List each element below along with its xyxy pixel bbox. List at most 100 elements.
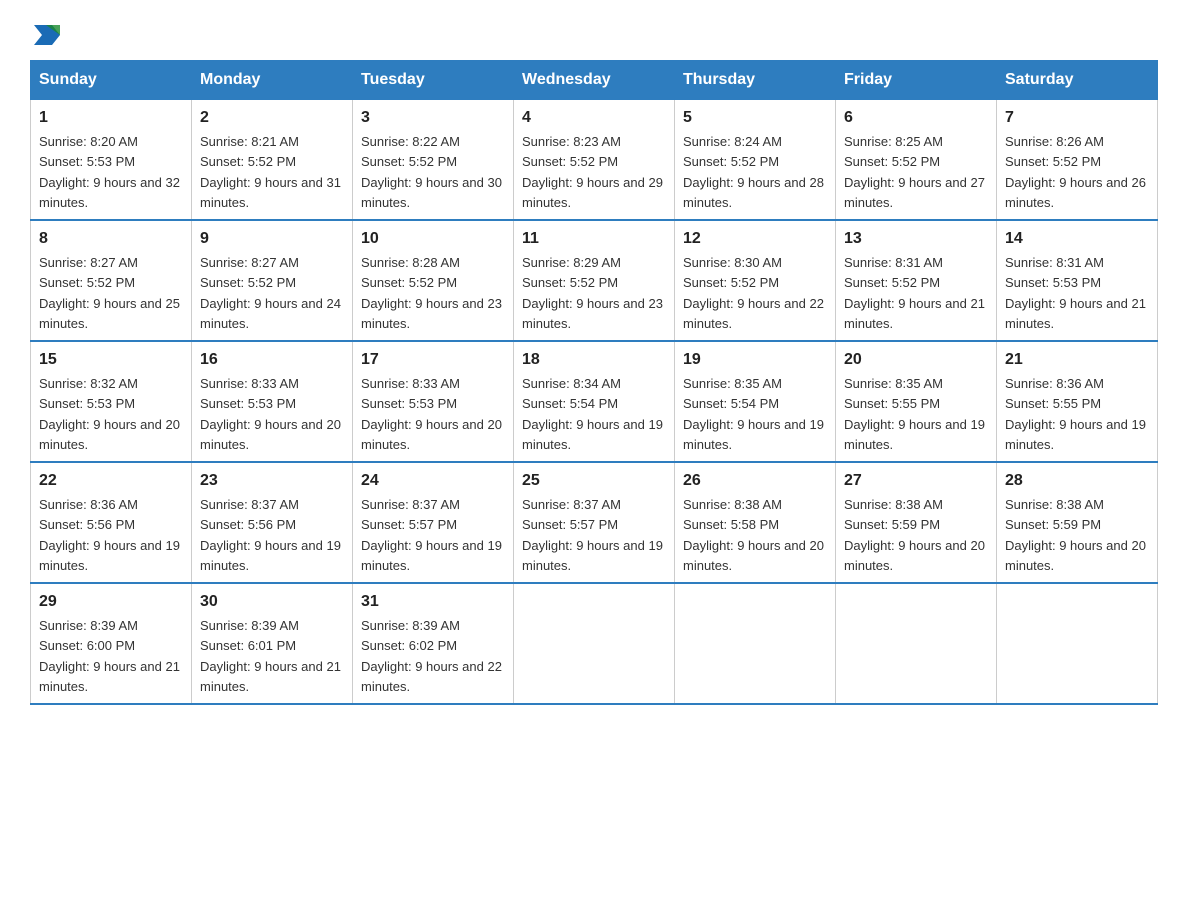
day-info: Sunrise: 8:26 AMSunset: 5:52 PMDaylight:…	[1005, 134, 1146, 210]
day-cell-27: 27 Sunrise: 8:38 AMSunset: 5:59 PMDayligh…	[836, 462, 997, 583]
day-number: 28	[1005, 469, 1149, 493]
day-info: Sunrise: 8:27 AMSunset: 5:52 PMDaylight:…	[39, 255, 180, 331]
day-cell-17: 17 Sunrise: 8:33 AMSunset: 5:53 PMDayligh…	[353, 341, 514, 462]
day-cell-21: 21 Sunrise: 8:36 AMSunset: 5:55 PMDayligh…	[997, 341, 1158, 462]
day-info: Sunrise: 8:37 AMSunset: 5:57 PMDaylight:…	[522, 497, 663, 573]
day-cell-16: 16 Sunrise: 8:33 AMSunset: 5:53 PMDayligh…	[192, 341, 353, 462]
day-info: Sunrise: 8:34 AMSunset: 5:54 PMDaylight:…	[522, 376, 663, 452]
day-number: 2	[200, 106, 344, 130]
day-number: 31	[361, 590, 505, 614]
header-friday: Friday	[836, 61, 997, 100]
day-info: Sunrise: 8:29 AMSunset: 5:52 PMDaylight:…	[522, 255, 663, 331]
day-info: Sunrise: 8:32 AMSunset: 5:53 PMDaylight:…	[39, 376, 180, 452]
day-cell-25: 25 Sunrise: 8:37 AMSunset: 5:57 PMDayligh…	[514, 462, 675, 583]
day-cell-4: 4 Sunrise: 8:23 AMSunset: 5:52 PMDaylight…	[514, 100, 675, 221]
day-info: Sunrise: 8:37 AMSunset: 5:56 PMDaylight:…	[200, 497, 341, 573]
day-number: 7	[1005, 106, 1149, 130]
week-row-2: 8 Sunrise: 8:27 AMSunset: 5:52 PMDaylight…	[31, 220, 1158, 341]
day-info: Sunrise: 8:35 AMSunset: 5:54 PMDaylight:…	[683, 376, 824, 452]
day-info: Sunrise: 8:36 AMSunset: 5:56 PMDaylight:…	[39, 497, 180, 573]
day-cell-31: 31 Sunrise: 8:39 AMSunset: 6:02 PMDayligh…	[353, 583, 514, 704]
day-info: Sunrise: 8:31 AMSunset: 5:52 PMDaylight:…	[844, 255, 985, 331]
day-number: 21	[1005, 348, 1149, 372]
day-number: 14	[1005, 227, 1149, 251]
day-number: 16	[200, 348, 344, 372]
header-tuesday: Tuesday	[353, 61, 514, 100]
day-number: 9	[200, 227, 344, 251]
day-cell-18: 18Sunrise: 8:34 AMSunset: 5:54 PMDayligh…	[514, 341, 675, 462]
day-info: Sunrise: 8:37 AMSunset: 5:57 PMDaylight:…	[361, 497, 502, 573]
day-number: 6	[844, 106, 988, 130]
day-info: Sunrise: 8:33 AMSunset: 5:53 PMDaylight:…	[361, 376, 502, 452]
day-number: 8	[39, 227, 183, 251]
week-row-4: 22 Sunrise: 8:36 AMSunset: 5:56 PMDayligh…	[31, 462, 1158, 583]
day-info: Sunrise: 8:39 AMSunset: 6:00 PMDaylight:…	[39, 618, 180, 694]
day-info: Sunrise: 8:20 AMSunset: 5:53 PMDaylight:…	[39, 134, 180, 210]
day-info: Sunrise: 8:39 AMSunset: 6:02 PMDaylight:…	[361, 618, 502, 694]
day-number: 3	[361, 106, 505, 130]
day-cell-13: 13Sunrise: 8:31 AMSunset: 5:52 PMDayligh…	[836, 220, 997, 341]
day-cell-1: 1 Sunrise: 8:20 AMSunset: 5:53 PMDaylight…	[31, 100, 192, 221]
day-cell-20: 20Sunrise: 8:35 AMSunset: 5:55 PMDayligh…	[836, 341, 997, 462]
day-number: 27	[844, 469, 988, 493]
day-number: 23	[200, 469, 344, 493]
day-cell-14: 14Sunrise: 8:31 AMSunset: 5:53 PMDayligh…	[997, 220, 1158, 341]
day-cell-26: 26 Sunrise: 8:38 AMSunset: 5:58 PMDayligh…	[675, 462, 836, 583]
day-number: 11	[522, 227, 666, 251]
day-cell-19: 19Sunrise: 8:35 AMSunset: 5:54 PMDayligh…	[675, 341, 836, 462]
week-row-1: 1 Sunrise: 8:20 AMSunset: 5:53 PMDaylight…	[31, 100, 1158, 221]
day-number: 25	[522, 469, 666, 493]
day-info: Sunrise: 8:38 AMSunset: 5:59 PMDaylight:…	[844, 497, 985, 573]
header-thursday: Thursday	[675, 61, 836, 100]
day-cell-12: 12Sunrise: 8:30 AMSunset: 5:52 PMDayligh…	[675, 220, 836, 341]
day-info: Sunrise: 8:21 AMSunset: 5:52 PMDaylight:…	[200, 134, 341, 210]
empty-cell	[514, 583, 675, 704]
day-number: 5	[683, 106, 827, 130]
calendar-table: Sunday Monday Tuesday Wednesday Thursday…	[30, 60, 1158, 705]
empty-cell	[836, 583, 997, 704]
empty-cell	[675, 583, 836, 704]
day-info: Sunrise: 8:25 AMSunset: 5:52 PMDaylight:…	[844, 134, 985, 210]
day-info: Sunrise: 8:39 AMSunset: 6:01 PMDaylight:…	[200, 618, 341, 694]
day-info: Sunrise: 8:35 AMSunset: 5:55 PMDaylight:…	[844, 376, 985, 452]
day-number: 15	[39, 348, 183, 372]
week-row-3: 15 Sunrise: 8:32 AMSunset: 5:53 PMDayligh…	[31, 341, 1158, 462]
day-info: Sunrise: 8:28 AMSunset: 5:52 PMDaylight:…	[361, 255, 502, 331]
header-monday: Monday	[192, 61, 353, 100]
day-cell-3: 3 Sunrise: 8:22 AMSunset: 5:52 PMDaylight…	[353, 100, 514, 221]
day-cell-6: 6 Sunrise: 8:25 AMSunset: 5:52 PMDaylight…	[836, 100, 997, 221]
day-number: 26	[683, 469, 827, 493]
day-info: Sunrise: 8:36 AMSunset: 5:55 PMDaylight:…	[1005, 376, 1146, 452]
day-number: 29	[39, 590, 183, 614]
day-cell-8: 8 Sunrise: 8:27 AMSunset: 5:52 PMDaylight…	[31, 220, 192, 341]
empty-cell	[997, 583, 1158, 704]
header-sunday: Sunday	[31, 61, 192, 100]
page-header	[30, 20, 1158, 50]
day-cell-24: 24 Sunrise: 8:37 AMSunset: 5:57 PMDayligh…	[353, 462, 514, 583]
day-info: Sunrise: 8:33 AMSunset: 5:53 PMDaylight:…	[200, 376, 341, 452]
day-info: Sunrise: 8:27 AMSunset: 5:52 PMDaylight:…	[200, 255, 341, 331]
day-cell-5: 5Sunrise: 8:24 AMSunset: 5:52 PMDaylight…	[675, 100, 836, 221]
day-number: 4	[522, 106, 666, 130]
day-info: Sunrise: 8:38 AMSunset: 5:58 PMDaylight:…	[683, 497, 824, 573]
day-cell-30: 30Sunrise: 8:39 AMSunset: 6:01 PMDayligh…	[192, 583, 353, 704]
logo-icon	[32, 20, 62, 50]
header-saturday: Saturday	[997, 61, 1158, 100]
header-wednesday: Wednesday	[514, 61, 675, 100]
day-info: Sunrise: 8:23 AMSunset: 5:52 PMDaylight:…	[522, 134, 663, 210]
day-info: Sunrise: 8:38 AMSunset: 5:59 PMDaylight:…	[1005, 497, 1146, 573]
day-number: 1	[39, 106, 183, 130]
day-cell-9: 9 Sunrise: 8:27 AMSunset: 5:52 PMDaylight…	[192, 220, 353, 341]
day-cell-15: 15 Sunrise: 8:32 AMSunset: 5:53 PMDayligh…	[31, 341, 192, 462]
day-number: 24	[361, 469, 505, 493]
day-cell-28: 28 Sunrise: 8:38 AMSunset: 5:59 PMDayligh…	[997, 462, 1158, 583]
day-cell-7: 7 Sunrise: 8:26 AMSunset: 5:52 PMDaylight…	[997, 100, 1158, 221]
day-number: 12	[683, 227, 827, 251]
day-number: 10	[361, 227, 505, 251]
day-info: Sunrise: 8:22 AMSunset: 5:52 PMDaylight:…	[361, 134, 502, 210]
week-row-5: 29 Sunrise: 8:39 AMSunset: 6:00 PMDayligh…	[31, 583, 1158, 704]
day-number: 22	[39, 469, 183, 493]
day-cell-10: 10 Sunrise: 8:28 AMSunset: 5:52 PMDayligh…	[353, 220, 514, 341]
day-cell-29: 29 Sunrise: 8:39 AMSunset: 6:00 PMDayligh…	[31, 583, 192, 704]
day-number: 17	[361, 348, 505, 372]
